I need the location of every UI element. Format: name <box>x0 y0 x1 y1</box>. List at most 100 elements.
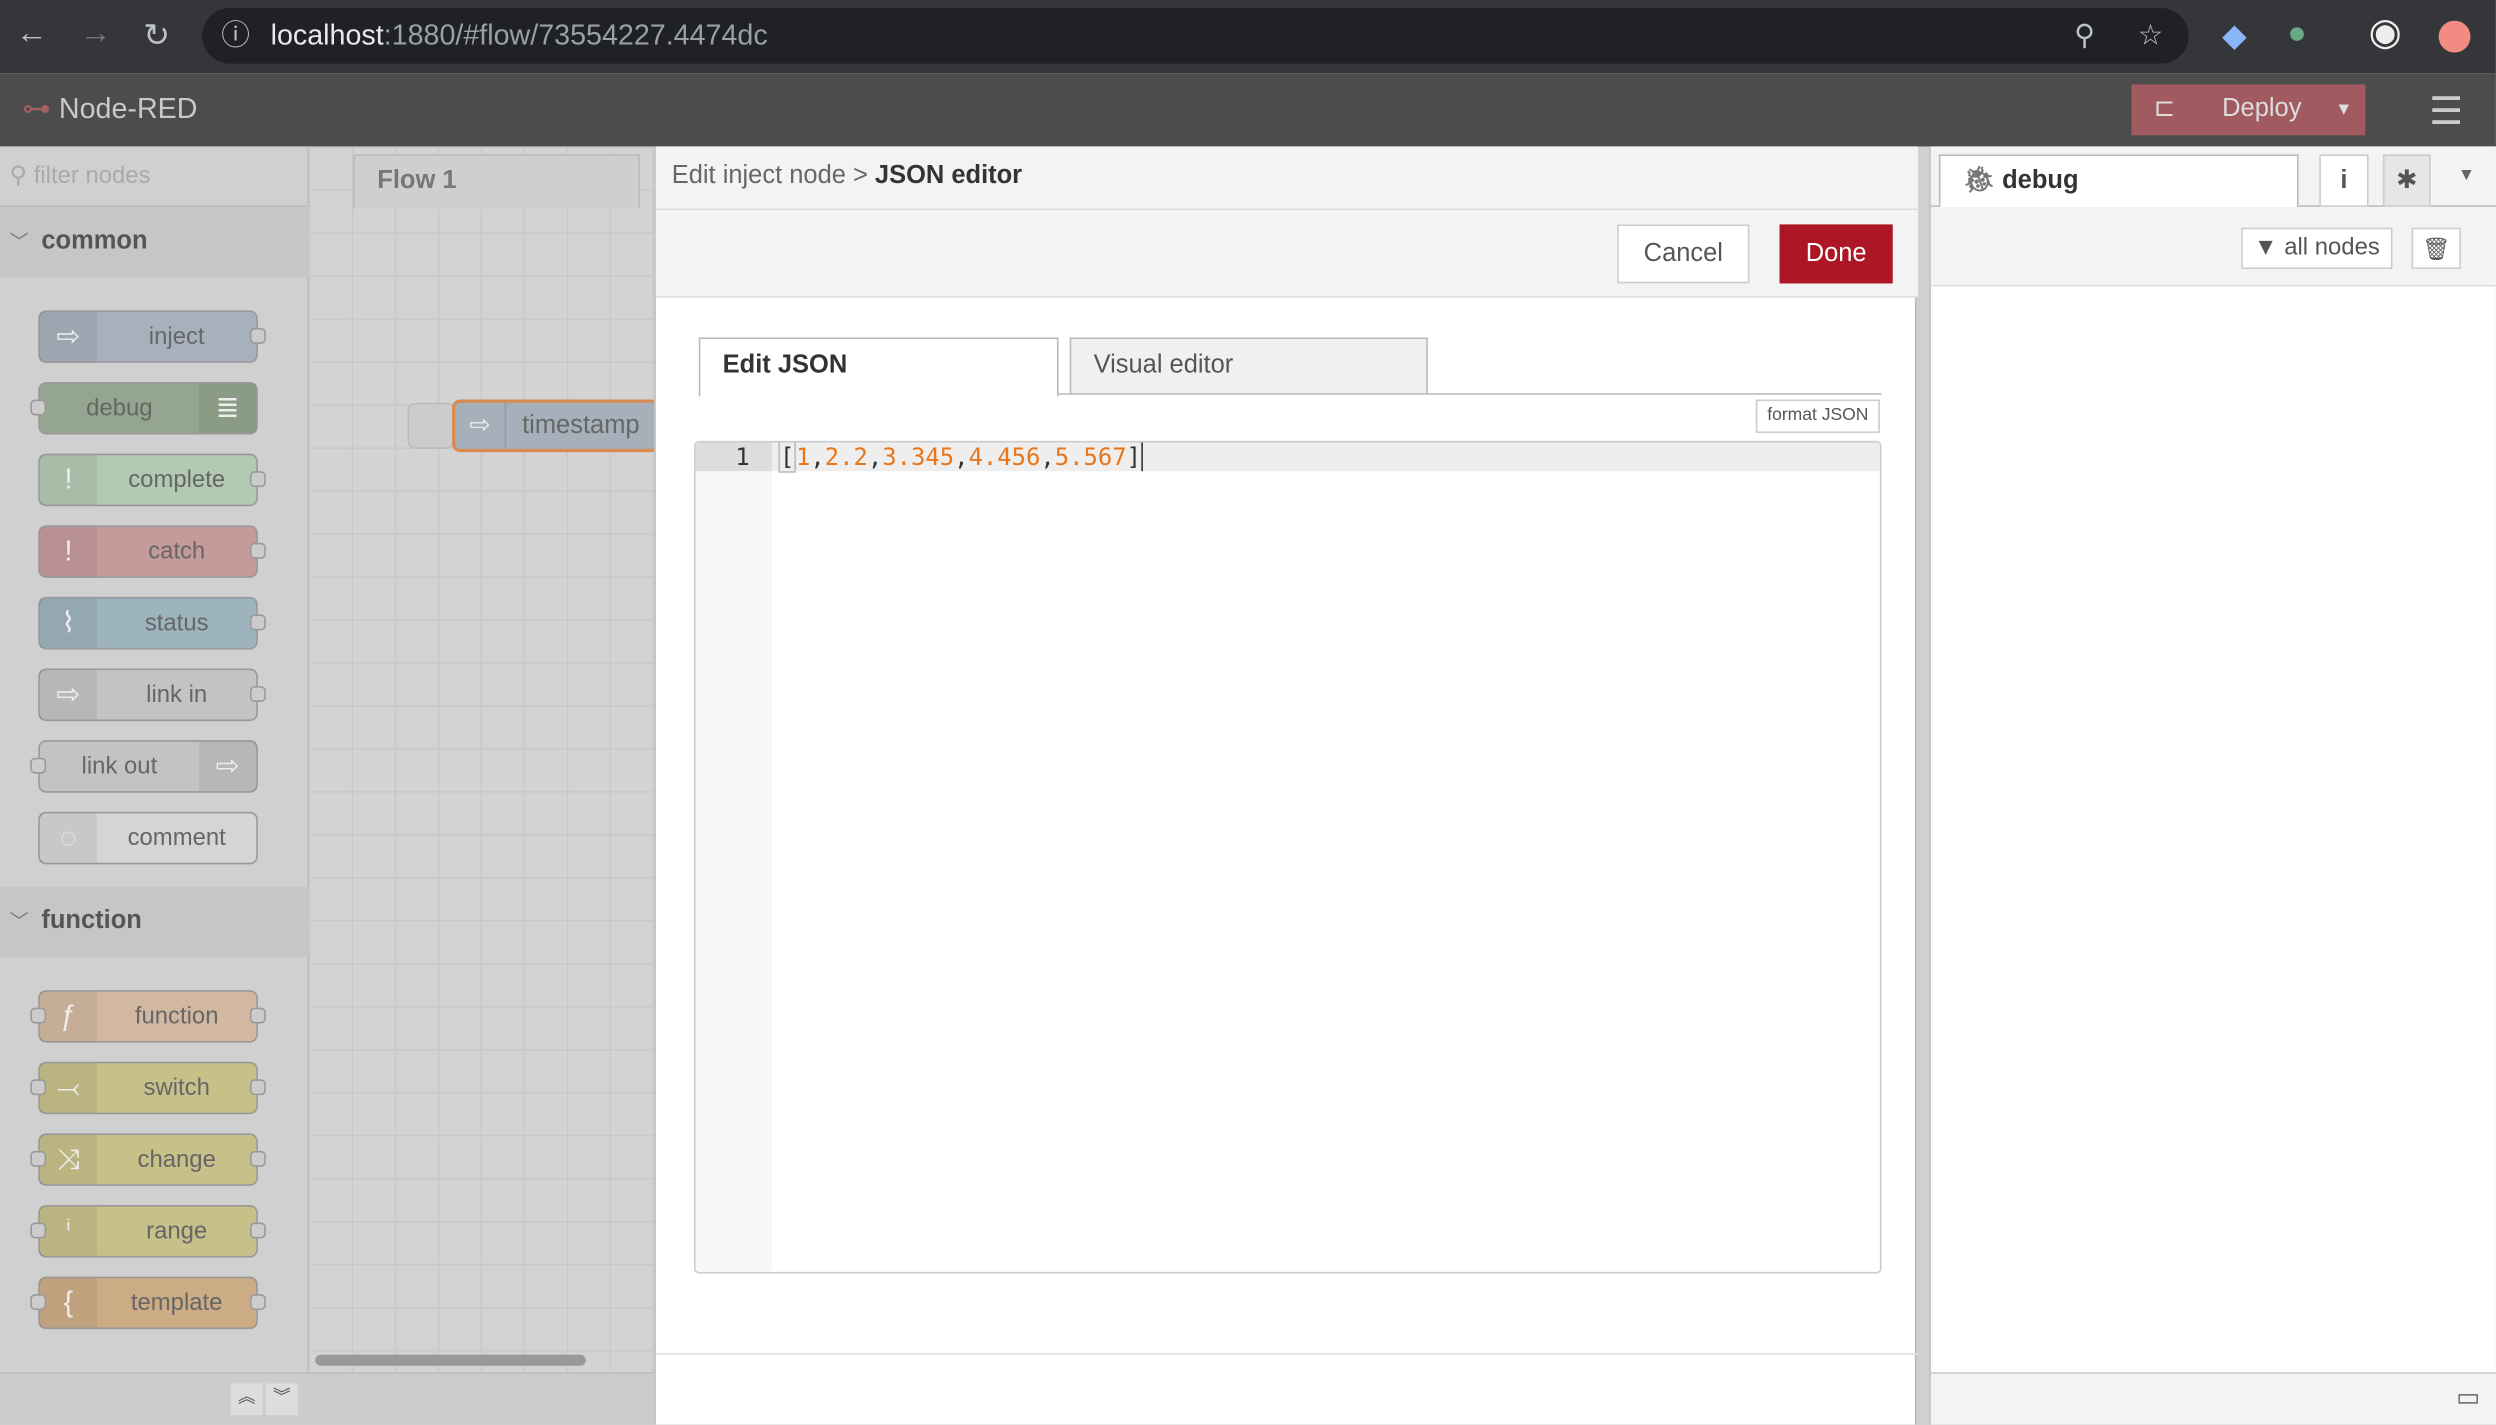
update-icon[interactable] <box>2438 20 2471 53</box>
palette-footer: ︽ ︾ <box>0 1372 655 1425</box>
bug-icon[interactable]: ✱ <box>2382 154 2431 207</box>
palette-node-switch[interactable]: ⤙ switch <box>30 1061 266 1115</box>
input-port <box>30 1294 47 1311</box>
expand-all-icon[interactable]: ︾ <box>264 1381 300 1417</box>
extension-icon[interactable]: ◆ <box>2222 16 2246 56</box>
cursor <box>1140 442 1143 472</box>
dialog-title: Edit inject node > JSON editor <box>655 146 1919 211</box>
address-bar[interactable]: ⓘ localhost:1880/#flow/73554227.4474dc ⚲… <box>202 7 2189 64</box>
url-path: :1880/#flow/73554227.4474dc <box>383 19 768 51</box>
palette-node-template[interactable]: {template <box>30 1276 266 1330</box>
range-icon: ⁱ <box>39 1206 98 1256</box>
node-label: inject <box>148 323 205 351</box>
bracket: [ <box>778 442 796 473</box>
palette-category-function[interactable]: ﹀ function <box>0 886 309 957</box>
back-icon[interactable]: ← <box>16 16 48 53</box>
filter-all-nodes-button[interactable]: ▼ all nodes <box>2241 227 2393 270</box>
input-port <box>30 757 47 774</box>
extension-icon[interactable]: ● <box>2287 16 2306 53</box>
palette-node-comment[interactable]: ◌ comment <box>38 811 258 865</box>
done-button[interactable]: Done <box>1779 224 1893 284</box>
chevron-down-icon: ﹀ <box>9 910 29 933</box>
node-label: function <box>134 1002 219 1030</box>
workspace-canvas[interactable] <box>308 146 655 1373</box>
tab-flow-1[interactable]: Flow 1 <box>353 154 640 209</box>
browser-toolbar: ← → ↻ ⓘ localhost:1880/#flow/73554227.44… <box>0 0 2496 74</box>
node-label: timestamp <box>522 412 640 440</box>
tab-visual-editor[interactable]: Visual editor <box>1069 337 1428 395</box>
palette-node-change[interactable]: ⤨ change <box>30 1133 266 1186</box>
output-port <box>249 1079 266 1096</box>
trash-icon[interactable]: 🗑︎ <box>2411 227 2461 270</box>
json-number: 3.345 <box>882 442 955 472</box>
menu-icon[interactable]: ☰ <box>2429 89 2463 135</box>
deploy-button[interactable]: ⊏ Deploy ▼ <box>2131 84 2366 136</box>
sidebar-tabs: 🐞︎ debug i ✱ ▼ <box>1930 146 2496 209</box>
format-json-button[interactable]: format JSON <box>1755 399 1880 433</box>
output-port <box>249 1007 266 1024</box>
line-number: 1 <box>735 442 750 472</box>
caret-down-icon[interactable]: ▼ <box>2335 84 2352 135</box>
palette: ⚲ filter nodes ﹀ common ⇨ inject ≣ debug! comp… <box>0 146 309 1373</box>
json-editor-dialog: Edit inject node > JSON editor Cancel Do… <box>654 146 1919 1425</box>
palette-node-complete[interactable]: ! complete <box>38 453 266 507</box>
input-port <box>30 1007 47 1024</box>
cancel-button[interactable]: Cancel <box>1617 224 1750 284</box>
deploy-label: Deploy <box>2222 95 2302 123</box>
palette-node-status[interactable]: ⌇ status <box>38 596 266 650</box>
palette-node-debug[interactable]: ≣ debug <box>30 382 258 435</box>
node-label: change <box>137 1146 216 1174</box>
filter-label: all nodes <box>2284 233 2380 262</box>
node-label: catch <box>148 538 206 566</box>
input-port <box>30 1222 47 1239</box>
tab-edit-json[interactable]: Edit JSON <box>698 337 1059 397</box>
code-line[interactable]: [1,2.2,3.345,4.456,5.567] <box>778 442 1143 473</box>
output-port <box>249 327 266 344</box>
profile-icon[interactable]: ◉ <box>2369 10 2402 56</box>
link-in-icon: ⇨ <box>39 670 98 720</box>
pulse-icon: ⌇ <box>39 598 98 648</box>
tab-debug[interactable]: 🐞︎ debug <box>1938 154 2299 209</box>
node-label: template <box>130 1289 223 1317</box>
output-port <box>249 614 266 631</box>
link-out-icon: ⇨ <box>198 741 257 792</box>
collapse-all-icon[interactable]: ︽ <box>229 1381 265 1417</box>
inject-button[interactable] <box>407 402 456 449</box>
node-label: switch <box>143 1074 210 1102</box>
dialog-footer-divider <box>655 1353 1919 1355</box>
palette-node-link-in[interactable]: ⇨ link in <box>38 668 266 722</box>
shuffle-icon: ⤨ <box>39 1134 98 1185</box>
node-label: link in <box>146 681 208 709</box>
caret-down-icon[interactable]: ▼ <box>2458 166 2475 185</box>
bookmark-star-icon[interactable]: ☆ <box>2138 8 2164 64</box>
palette-node-range[interactable]: ⁱ range <box>30 1204 266 1258</box>
code-editor[interactable]: 1 [1,2.2,3.345,4.456,5.567] <box>694 440 1882 1274</box>
monitor-icon[interactable]: ▭ <box>2456 1382 2480 1414</box>
exclamation-icon: ! <box>39 526 98 577</box>
input-port <box>30 1079 47 1096</box>
exclamation-icon: ! <box>39 455 98 505</box>
node-label: link out <box>81 752 158 780</box>
forward-icon[interactable]: → <box>80 16 112 53</box>
flow-node-timestamp[interactable]: ⇨ timestamp <box>452 399 660 453</box>
zoom-icon[interactable]: ⚲ <box>2074 8 2095 64</box>
output-port <box>249 1150 266 1167</box>
list-icon: ≣ <box>198 383 257 433</box>
filter-icon: ▼ <box>2253 233 2278 262</box>
palette-node-link-out[interactable]: ⇨ link out <box>30 740 258 793</box>
reload-icon[interactable]: ↻ <box>143 16 170 56</box>
json-number: 1 <box>795 442 811 472</box>
filter-nodes-input[interactable]: ⚲ filter nodes <box>0 146 309 207</box>
node-red-logo-icon: ⊶ <box>22 92 51 125</box>
horizontal-scrollbar[interactable] <box>315 1354 586 1366</box>
info-icon[interactable]: i <box>2319 154 2369 207</box>
deploy-icon: ⊏ <box>2153 95 2176 123</box>
palette-category-common[interactable]: ﹀ common <box>0 206 309 277</box>
category-label: function <box>41 907 142 935</box>
search-icon: ⚲ <box>9 162 28 190</box>
palette-node-inject[interactable]: ⇨ inject <box>38 310 266 363</box>
palette-node-function[interactable]: ƒ function <box>30 990 266 1043</box>
app-logo: ⊶ Node-RED <box>22 92 197 125</box>
tab-label: debug <box>2002 167 2079 195</box>
palette-node-catch[interactable]: ! catch <box>38 525 266 578</box>
